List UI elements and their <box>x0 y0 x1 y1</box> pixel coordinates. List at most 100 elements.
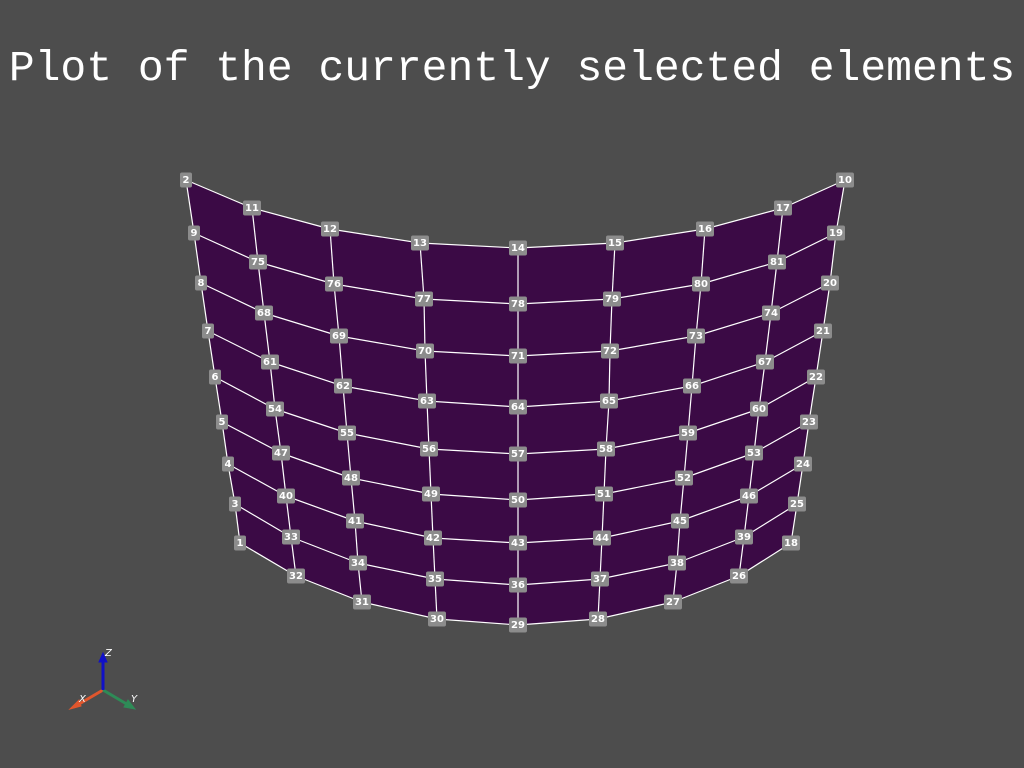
node-label: 41 <box>346 513 364 529</box>
node-label: 5 <box>216 414 228 430</box>
node-label: 13 <box>411 235 429 251</box>
node-label-text: 38 <box>670 558 684 569</box>
node-label: 46 <box>740 488 758 504</box>
node-label-text: 32 <box>289 571 303 582</box>
node-label-text: 73 <box>689 331 703 342</box>
node-label-text: 22 <box>809 372 823 383</box>
node-label-text: 47 <box>274 448 288 459</box>
node-label-text: 44 <box>595 533 609 544</box>
node-label: 72 <box>601 343 619 359</box>
node-label-text: 46 <box>742 491 756 502</box>
mesh-face <box>432 537 519 586</box>
node-label-text: 35 <box>428 574 442 585</box>
node-label: 27 <box>664 594 682 610</box>
node-label: 77 <box>415 291 433 307</box>
mesh-face <box>426 400 519 455</box>
node-label-text: 79 <box>605 294 619 305</box>
node-label-text: 40 <box>279 491 293 502</box>
node-label-text: 56 <box>422 444 436 455</box>
node-label: 2 <box>180 172 192 188</box>
mesh-face <box>517 350 611 408</box>
node-label-text: 13 <box>413 238 427 249</box>
mesh-face <box>517 298 613 357</box>
node-label: 6 <box>209 369 221 385</box>
node-label-text: 68 <box>257 308 271 319</box>
node-label: 33 <box>282 529 300 545</box>
node-label-text: 30 <box>430 614 444 625</box>
node-label: 7 <box>202 323 214 339</box>
node-label: 73 <box>687 328 705 344</box>
node-label: 44 <box>593 530 611 546</box>
node-label-text: 81 <box>770 257 784 268</box>
node-label-text: 41 <box>348 516 362 527</box>
node-label-text: 60 <box>752 404 766 415</box>
node-label: 69 <box>330 328 348 344</box>
node-label-text: 34 <box>351 558 365 569</box>
node-label: 37 <box>591 571 609 587</box>
node-label: 74 <box>762 305 780 321</box>
mesh-face <box>428 448 519 501</box>
node-label: 49 <box>422 486 440 502</box>
node-label: 31 <box>353 594 371 610</box>
node-label-text: 2 <box>183 175 190 186</box>
mesh-face <box>517 400 610 455</box>
node-label-text: 42 <box>426 533 440 544</box>
node-label-text: 20 <box>823 278 837 289</box>
node-label: 64 <box>509 399 527 415</box>
node-label: 12 <box>321 221 339 237</box>
node-label: 10 <box>836 172 854 188</box>
node-label: 48 <box>342 470 360 486</box>
node-label-text: 7 <box>205 326 212 337</box>
node-label: 50 <box>509 492 527 508</box>
node-label: 20 <box>821 275 839 291</box>
node-label: 21 <box>814 323 832 339</box>
node-label: 80 <box>692 276 710 292</box>
node-label-text: 53 <box>747 448 761 459</box>
node-label-text: 55 <box>340 428 354 439</box>
node-label: 26 <box>730 568 748 584</box>
node-label-text: 6 <box>212 372 219 383</box>
mesh-face <box>517 578 601 626</box>
node-label-text: 76 <box>327 279 341 290</box>
node-label: 67 <box>756 354 774 370</box>
node-label: 47 <box>272 445 290 461</box>
node-label-text: 63 <box>420 396 434 407</box>
mesh-face <box>424 350 519 408</box>
node-label: 4 <box>222 456 234 472</box>
node-label: 35 <box>426 571 444 587</box>
node-label: 76 <box>325 276 343 292</box>
node-label: 24 <box>794 456 812 472</box>
node-label: 38 <box>668 555 686 571</box>
node-label: 36 <box>509 577 527 593</box>
node-label-text: 18 <box>784 538 798 549</box>
node-label: 65 <box>600 393 618 409</box>
node-label: 29 <box>509 617 527 633</box>
node-label-text: 15 <box>608 238 622 249</box>
z-axis-label: Z <box>104 648 113 659</box>
node-label-text: 54 <box>268 404 282 415</box>
node-label-text: 57 <box>511 449 525 460</box>
node-label-text: 5 <box>219 417 226 428</box>
node-label-text: 51 <box>597 489 611 500</box>
node-label-text: 58 <box>599 444 613 455</box>
mesh-plot[interactable]: 2111213 14 151617109757677 78 79808119868697… <box>0 0 1024 768</box>
node-label-text: 77 <box>417 294 431 305</box>
node-label-text: 17 <box>776 203 790 214</box>
node-label-text: 24 <box>796 459 810 470</box>
orientation-axes-widget: X Y Z <box>68 648 138 710</box>
node-label: 52 <box>675 470 693 486</box>
node-label-text: 28 <box>591 614 605 625</box>
node-label: 81 <box>768 254 786 270</box>
node-label: 55 <box>338 425 356 441</box>
node-label: 79 <box>603 291 621 307</box>
node-label-text: 8 <box>198 278 205 289</box>
node-label: 32 <box>287 568 305 584</box>
mesh-face <box>517 493 605 544</box>
node-label: 17 <box>774 200 792 216</box>
node-label: 51 <box>595 486 613 502</box>
y-axis-label: Y <box>131 694 138 705</box>
node-label-text: 74 <box>764 308 778 319</box>
mesh-face <box>430 493 519 544</box>
node-label: 43 <box>509 535 527 551</box>
node-label-text: 1 <box>237 538 244 549</box>
